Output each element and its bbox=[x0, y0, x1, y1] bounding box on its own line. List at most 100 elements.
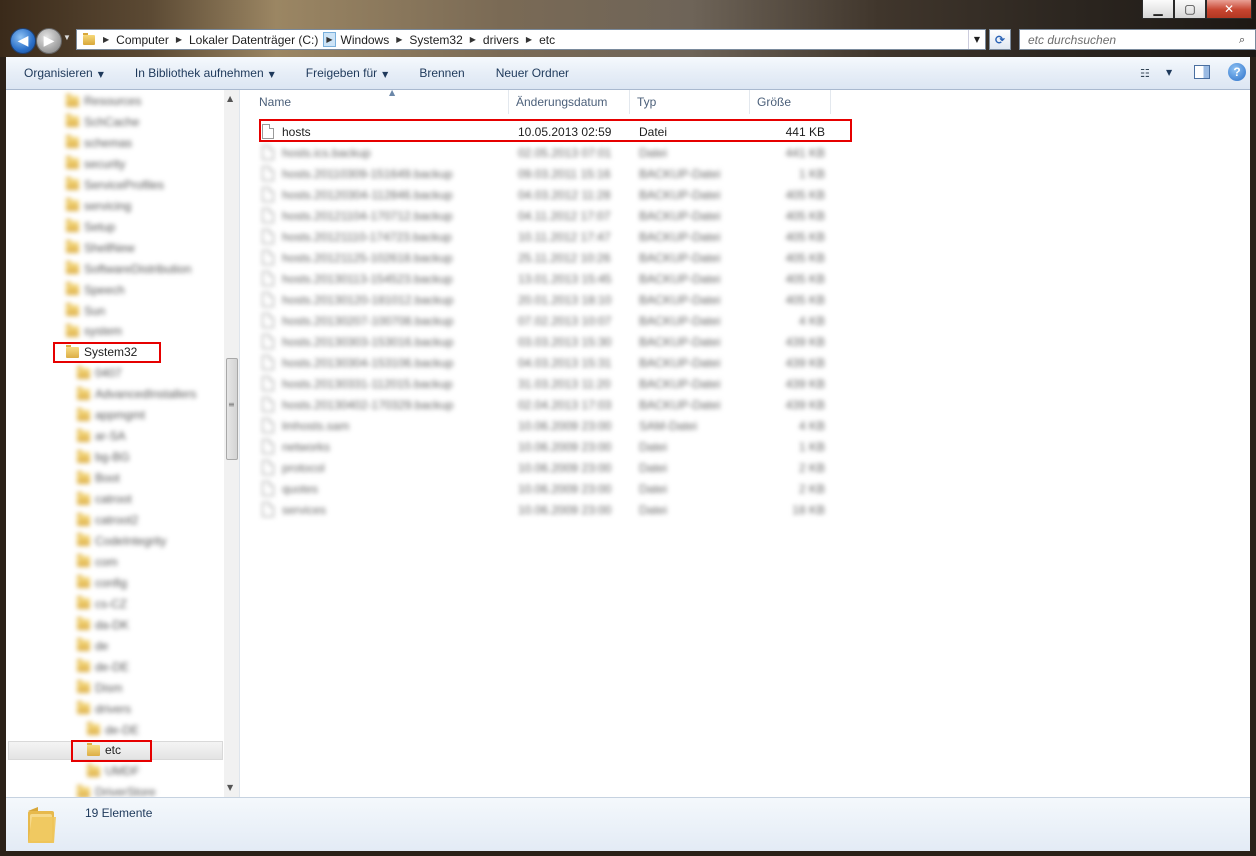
tree-item[interactable]: AdvancedInstallers bbox=[77, 385, 196, 403]
breadcrumb-drivers[interactable]: drivers bbox=[478, 33, 524, 47]
file-row[interactable]: hosts.20130113-154523.backup 13.01.2013 1… bbox=[252, 268, 852, 289]
recent-pages-dropdown-icon[interactable]: ▼ bbox=[63, 33, 71, 42]
column-header-date[interactable]: Änderungsdatum bbox=[509, 90, 630, 114]
file-row[interactable]: hosts.20130331-112015.backup 31.03.2013 1… bbox=[252, 373, 852, 394]
scroll-up-icon[interactable]: ▲ bbox=[227, 94, 233, 103]
file-icon bbox=[262, 208, 274, 223]
file-row[interactable]: hosts.20121110-174723.backup 10.11.2012 1… bbox=[252, 226, 852, 247]
tree-item[interactable]: UMDF bbox=[87, 762, 140, 780]
breadcrumb-separator-icon[interactable]: ▶ bbox=[524, 35, 534, 44]
file-row[interactable]: hosts.20121104-170712.backup 04.11.2012 1… bbox=[252, 205, 852, 226]
new-folder-button[interactable]: Neuer Ordner bbox=[478, 66, 582, 80]
tree-item[interactable]: de-DE bbox=[77, 658, 129, 676]
breadcrumb-separator-icon[interactable]: ▶ bbox=[101, 35, 111, 44]
column-header-type[interactable]: Typ bbox=[630, 90, 750, 114]
tree-item-label: catroot2 bbox=[95, 513, 139, 527]
tree-item[interactable]: cs-CZ bbox=[77, 595, 127, 613]
column-header-name[interactable]: Name bbox=[252, 90, 509, 114]
file-row[interactable]: hosts.20130402-170329.backup 02.04.2013 1… bbox=[252, 394, 852, 415]
tree-item[interactable]: de-DE bbox=[87, 721, 139, 739]
help-icon[interactable]: ? bbox=[1228, 63, 1246, 81]
search-icon[interactable]: ⌕ bbox=[1239, 33, 1255, 47]
include-in-library-menu[interactable]: In Bibliothek aufnehmen ▼ bbox=[117, 66, 288, 80]
tree-item[interactable]: schemas bbox=[66, 134, 132, 152]
close-button[interactable]: ✕ bbox=[1206, 0, 1252, 19]
search-input[interactable] bbox=[1020, 31, 1239, 48]
share-with-menu[interactable]: Freigeben für ▼ bbox=[288, 66, 402, 80]
file-row[interactable]: networks 10.06.2009 23:00 Datei 1 KB bbox=[252, 436, 852, 457]
scroll-down-icon[interactable]: ▼ bbox=[227, 783, 233, 792]
tree-item[interactable]: SchCache bbox=[66, 113, 139, 131]
tree-item[interactable]: DriverStore bbox=[77, 783, 156, 797]
file-name: hosts.20121104-170712.backup bbox=[282, 208, 453, 223]
burn-button[interactable]: Brennen bbox=[401, 66, 477, 80]
column-header-size[interactable]: Größe bbox=[750, 90, 831, 114]
file-row[interactable]: lmhosts.sam 10.06.2009 23:00 SAM-Datei 4 KB bbox=[252, 415, 852, 436]
tree-item[interactable]: de bbox=[77, 637, 108, 655]
tree-item[interactable]: SoftwareDistribution bbox=[66, 260, 191, 278]
file-icon bbox=[262, 271, 274, 286]
change-view-icon[interactable]: ☷ bbox=[1140, 67, 1156, 80]
tree-item-label: bg-BG bbox=[95, 450, 130, 465]
file-row[interactable]: hosts.20120304-112846.backup 04.03.2012 1… bbox=[252, 184, 852, 205]
tree-item[interactable]: ShellNew bbox=[66, 239, 135, 257]
file-row[interactable]: hosts.20130304-153106.backup 04.03.2013 1… bbox=[252, 352, 852, 373]
tree-item[interactable]: system bbox=[66, 322, 122, 340]
tree-item[interactable]: catroot bbox=[77, 490, 132, 508]
tree-item[interactable]: drivers bbox=[77, 700, 131, 718]
minimize-button[interactable]: ▁ bbox=[1142, 0, 1174, 19]
tree-item[interactable]: config bbox=[77, 574, 127, 592]
tree-item[interactable]: Dism bbox=[77, 679, 122, 697]
tree-item[interactable]: Resources bbox=[66, 92, 141, 110]
forward-button[interactable]: ▶ bbox=[36, 28, 62, 54]
tree-item[interactable]: ar-SA bbox=[77, 427, 126, 445]
tree-item[interactable]: Setup bbox=[66, 218, 115, 236]
tree-item[interactable]: catroot2 bbox=[77, 511, 138, 529]
tree-item[interactable]: servicing bbox=[66, 197, 131, 215]
file-row[interactable]: hosts.20130303-153016.backup 03.03.2013 1… bbox=[252, 331, 852, 352]
tree-item[interactable]: com bbox=[77, 553, 118, 571]
view-options-dropdown-icon[interactable]: ▼ bbox=[1166, 68, 1172, 77]
breadcrumb-system32[interactable]: System32 bbox=[404, 33, 467, 47]
breadcrumb-separator-icon[interactable]: ▶ bbox=[394, 35, 404, 44]
back-button[interactable]: ◀ bbox=[10, 28, 36, 54]
breadcrumb-windows[interactable]: Windows bbox=[336, 33, 395, 47]
address-bar[interactable]: ▶ Computer ▶ Lokaler Datenträger (C:) ▶ … bbox=[76, 29, 986, 50]
tree-item[interactable]: appmgmt bbox=[77, 406, 145, 424]
file-row[interactable]: hosts.20130120-181012.backup 20.01.2013 1… bbox=[252, 289, 852, 310]
tree-item-label: de-DE bbox=[95, 659, 130, 674]
file-date: 20.01.2013 18:10 bbox=[518, 292, 612, 307]
file-date: 10.06.2009 23:00 bbox=[518, 418, 612, 433]
file-icon bbox=[262, 292, 274, 307]
tree-item[interactable]: 0407 bbox=[77, 364, 122, 382]
file-name: quotes bbox=[282, 481, 319, 496]
tree-item[interactable]: bg-BG bbox=[77, 448, 130, 466]
tree-item[interactable]: da-DK bbox=[77, 616, 129, 634]
refresh-button[interactable]: ⟳ bbox=[989, 29, 1011, 50]
preview-pane-icon[interactable] bbox=[1194, 65, 1210, 79]
file-row[interactable]: hosts.ics.backup 02.05.2013 07:01 Datei 441… bbox=[252, 142, 852, 163]
breadcrumb-separator-icon[interactable]: ▶ bbox=[323, 32, 336, 47]
scrollbar-thumb[interactable]: ≡ bbox=[226, 358, 238, 460]
navigation-scrollbar[interactable]: ▲ ≡ ▼ bbox=[224, 90, 239, 797]
tree-item[interactable]: Boot bbox=[77, 469, 120, 487]
tree-item[interactable]: ServiceProfiles bbox=[66, 176, 164, 194]
breadcrumb-etc[interactable]: etc bbox=[534, 33, 560, 47]
file-row[interactable]: hosts.20130207-100708.backup 07.02.2013 1… bbox=[252, 310, 852, 331]
breadcrumb-computer[interactable]: Computer bbox=[111, 33, 174, 47]
breadcrumb-separator-icon[interactable]: ▶ bbox=[468, 35, 478, 44]
maximize-button[interactable]: ▢ bbox=[1174, 0, 1206, 19]
address-history-dropdown-icon[interactable]: ▼ bbox=[968, 30, 985, 49]
file-row[interactable]: hosts.20110309-151649.backup 09.03.2011 1… bbox=[252, 163, 852, 184]
tree-item[interactable]: CodeIntegrity bbox=[77, 532, 166, 550]
file-row[interactable]: services 10.06.2009 23:00 Datei 18 KB bbox=[252, 499, 852, 520]
organize-menu[interactable]: Organisieren ▼ bbox=[6, 66, 117, 80]
file-row[interactable]: protocol 10.06.2009 23:00 Datei 2 KB bbox=[252, 457, 852, 478]
breadcrumb-drive-c[interactable]: Lokaler Datenträger (C:) bbox=[184, 33, 323, 47]
tree-item[interactable]: Sun bbox=[66, 302, 105, 320]
breadcrumb-separator-icon[interactable]: ▶ bbox=[174, 35, 184, 44]
file-row[interactable]: quotes 10.06.2009 23:00 Datei 2 KB bbox=[252, 478, 852, 499]
tree-item[interactable]: Speech bbox=[66, 281, 125, 299]
tree-item[interactable]: security bbox=[66, 155, 125, 173]
file-row[interactable]: hosts.20121125-102618.backup 25.11.2012 1… bbox=[252, 247, 852, 268]
